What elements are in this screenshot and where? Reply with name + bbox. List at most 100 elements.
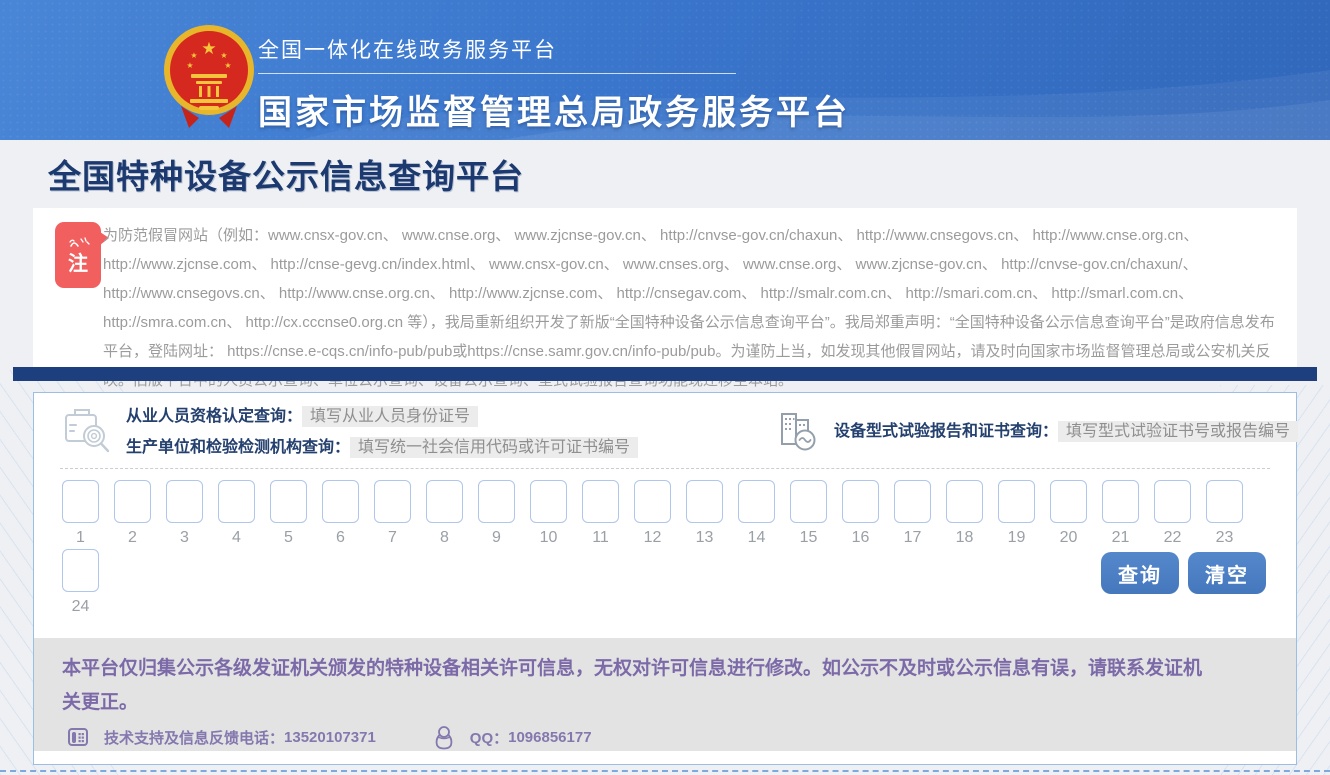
code-input[interactable]: [374, 480, 411, 523]
code-index-label: 1: [76, 528, 85, 547]
qq-penguin-icon: [432, 724, 456, 750]
code-index-label: 10: [540, 528, 558, 547]
svg-text:★: ★: [224, 61, 231, 70]
code-input[interactable]: [166, 480, 203, 523]
site-header: ★ ★ ★ ★ ★ 全国一体化在线政务服务平台 国家市场监督管理总局政务服务平台: [0, 0, 1330, 140]
code-cell: 16: [842, 480, 879, 547]
query-type-labels-row: 从业人员资格认定查询：填写从业人员身份证号 生产单位和检验检测机构查询：填写统一…: [34, 393, 1296, 465]
code-index-label: 3: [180, 528, 189, 547]
fax-phone-icon: [66, 725, 90, 749]
code-index-label: 21: [1112, 528, 1130, 547]
phone-number: 13520107371: [284, 729, 376, 746]
platform-name-large: 国家市场监督管理总局政务服务平台: [258, 85, 850, 134]
code-index-label: 2: [128, 528, 137, 547]
svg-text:★: ★: [186, 61, 193, 70]
code-cell: 21: [1102, 480, 1139, 547]
code-cell: 12: [634, 480, 671, 547]
code-cell: 5: [270, 480, 307, 547]
code-cell: 13: [686, 480, 723, 547]
code-cell: 11: [582, 480, 619, 547]
building-stamp-icon: [774, 406, 820, 452]
code-input[interactable]: [218, 480, 255, 523]
code-index-label: 23: [1216, 528, 1234, 547]
qq-label: QQ：: [470, 727, 508, 748]
code-input[interactable]: [582, 480, 619, 523]
code-input[interactable]: [322, 480, 359, 523]
code-cell: 10: [530, 480, 567, 547]
code-input[interactable]: [1102, 480, 1139, 523]
code-index-label: 24: [72, 597, 90, 616]
code-input[interactable]: [998, 480, 1035, 523]
device-query-line: 设备型式试验报告和证书查询：填写型式试验证书号或报告编号: [834, 417, 1298, 441]
query-panel: 从业人员资格认定查询：填写从业人员身份证号 生产单位和检验检测机构查询：填写统一…: [33, 392, 1297, 765]
code-input[interactable]: [1050, 480, 1087, 523]
code-cell: 4: [218, 480, 255, 547]
clear-button[interactable]: 清空: [1188, 552, 1266, 594]
platform-name-small: 全国一体化在线政务服务平台: [258, 34, 736, 74]
navy-divider-bar: [13, 367, 1317, 381]
action-buttons: 查询 清空: [1101, 552, 1266, 594]
unit-query-label: 生产单位和检验检测机构查询：: [126, 439, 350, 456]
disclaimer-text: 本平台仅归集公示各级发证机关颁发的特种设备相关许可信息，无权对许可信息进行修改。…: [34, 638, 1274, 720]
person-query-label: 从业人员资格认定查询：: [126, 408, 302, 425]
bottom-dashed-line: [0, 770, 1330, 772]
anti-fake-notice-panel: 注 为防范假冒网站（例如：www.cnsx-gov.cn、 www.cnse.o…: [33, 208, 1297, 367]
code-cell: 15: [790, 480, 827, 547]
code-cell: 18: [946, 480, 983, 547]
code-input-grid: 1 2 3 4 5 6: [62, 480, 1274, 616]
code-index-label: 5: [284, 528, 293, 547]
code-cell: 20: [1050, 480, 1087, 547]
code-input[interactable]: [62, 549, 99, 592]
code-input[interactable]: [634, 480, 671, 523]
code-cell: 6: [322, 480, 359, 547]
contact-row: 技术支持及信息反馈电话： 13520107371 QQ： 1096856177: [66, 724, 1296, 750]
code-input[interactable]: [426, 480, 463, 523]
unit-query-line: 生产单位和检验检测机构查询：填写统一社会信用代码或许可证书编号: [126, 433, 638, 457]
code-input[interactable]: [738, 480, 775, 523]
code-index-label: 14: [748, 528, 766, 547]
document-magnifier-icon: [60, 403, 112, 455]
search-button[interactable]: 查询: [1101, 552, 1179, 594]
notice-badge-label: 注: [68, 254, 88, 274]
code-input[interactable]: [894, 480, 931, 523]
code-cell: 3: [166, 480, 203, 547]
code-index-label: 6: [336, 528, 345, 547]
code-input[interactable]: [62, 480, 99, 523]
code-index-label: 17: [904, 528, 922, 547]
code-input[interactable]: [686, 480, 723, 523]
code-index-label: 8: [440, 528, 449, 547]
code-input[interactable]: [1206, 480, 1243, 523]
code-input[interactable]: [790, 480, 827, 523]
code-index-label: 16: [852, 528, 870, 547]
person-query-hint: 填写从业人员身份证号: [302, 406, 478, 427]
code-input[interactable]: [270, 480, 307, 523]
code-cell: 9: [478, 480, 515, 547]
code-input[interactable]: [114, 480, 151, 523]
dashed-separator: [60, 468, 1270, 469]
code-index-label: 11: [592, 528, 609, 547]
svg-text:★: ★: [220, 51, 227, 60]
code-input[interactable]: [946, 480, 983, 523]
code-index-label: 9: [492, 528, 501, 547]
code-cell: 22: [1154, 480, 1191, 547]
code-input[interactable]: [478, 480, 515, 523]
person-unit-query-group: 从业人员资格认定查询：填写从业人员身份证号 生产单位和检验检测机构查询：填写统一…: [60, 393, 638, 465]
code-cell: 23: [1206, 480, 1243, 547]
code-cell: 17: [894, 480, 931, 547]
code-input[interactable]: [530, 480, 567, 523]
notice-badge: 注: [55, 222, 101, 288]
code-cell: 14: [738, 480, 775, 547]
laughing-face-icon: [66, 236, 90, 252]
code-index-label: 19: [1008, 528, 1026, 547]
code-cell: 1: [62, 480, 99, 547]
code-input[interactable]: [842, 480, 879, 523]
device-query-label: 设备型式试验报告和证书查询：: [834, 423, 1058, 440]
footer-section: 本平台仅归集公示各级发证机关颁发的特种设备相关许可信息，无权对许可信息进行修改。…: [34, 638, 1296, 751]
person-query-line: 从业人员资格认定查询：填写从业人员身份证号: [126, 402, 638, 426]
unit-query-hint: 填写统一社会信用代码或许可证书编号: [350, 437, 638, 458]
code-index-label: 12: [644, 528, 662, 547]
qq-number: 1096856177: [508, 729, 591, 746]
device-query-group: 设备型式试验报告和证书查询：填写型式试验证书号或报告编号: [774, 393, 1298, 465]
code-input[interactable]: [1154, 480, 1191, 523]
page-title: 全国特种设备公示信息查询平台: [48, 150, 524, 198]
